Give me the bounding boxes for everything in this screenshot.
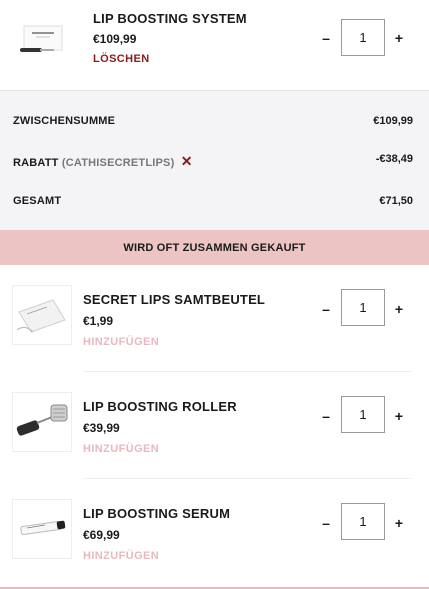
cart-item-title: LIP BOOSTING SYSTEM xyxy=(93,11,247,26)
cart-item: LIP BOOSTING SYSTEM €109,99 LÖSCHEN – 1 … xyxy=(0,0,429,90)
product-thumbnail[interactable] xyxy=(12,10,72,70)
recommendation-price: €69,99 xyxy=(83,528,120,542)
recommendation-item: LIP BOOSTING SERUM €69,99 HINZUFÜGEN – 1… xyxy=(0,479,429,586)
remove-button[interactable]: LÖSCHEN xyxy=(93,53,150,65)
quantity-input[interactable]: 1 xyxy=(341,396,385,433)
increase-quantity-button[interactable]: + xyxy=(392,408,406,424)
total-value: €71,50 xyxy=(379,195,413,207)
decrease-quantity-button[interactable]: – xyxy=(319,301,333,317)
add-to-cart-button[interactable]: HINZUFÜGEN xyxy=(83,336,159,348)
serum-tube-icon xyxy=(20,520,66,535)
remove-discount-icon[interactable]: ✕ xyxy=(181,153,193,169)
product-thumbnail[interactable] xyxy=(12,392,72,452)
quantity-input[interactable]: 1 xyxy=(341,289,385,326)
increase-quantity-button[interactable]: + xyxy=(392,515,406,531)
recommendation-item: SECRET LIPS SAMTBEUTEL €1,99 HINZUFÜGEN … xyxy=(0,265,429,372)
increase-quantity-button[interactable]: + xyxy=(392,30,406,46)
decrease-quantity-button[interactable]: – xyxy=(319,30,333,46)
product-thumbnail[interactable] xyxy=(12,499,72,559)
add-to-cart-button[interactable]: HINZUFÜGEN xyxy=(83,550,159,562)
product-box-icon xyxy=(20,25,63,52)
increase-quantity-button[interactable]: + xyxy=(392,301,406,317)
recommendation-title: LIP BOOSTING ROLLER xyxy=(83,399,237,414)
decrease-quantity-button[interactable]: – xyxy=(319,515,333,531)
recommendation-title: SECRET LIPS SAMTBEUTEL xyxy=(83,292,266,307)
discount-code: (CATHISECRETLIPS) xyxy=(61,157,175,169)
recommendation-price: €1,99 xyxy=(83,314,114,328)
quantity-input[interactable]: 1 xyxy=(341,503,385,540)
subtotal-label: ZWISCHENSUMME xyxy=(13,115,116,127)
recommendation-title: LIP BOOSTING SERUM xyxy=(83,506,231,521)
decrease-quantity-button[interactable]: – xyxy=(319,408,333,424)
recommendation-price: €39,99 xyxy=(83,421,120,435)
add-to-cart-button[interactable]: HINZUFÜGEN xyxy=(83,443,159,455)
order-summary: ZWISCHENSUMME €109,99 RABATT (CATHISECRE… xyxy=(0,90,429,230)
frequently-bought-banner: WIRD OFT ZUSAMMEN GEKAUFT xyxy=(0,230,429,265)
discount-value: -€38,49 xyxy=(375,153,413,165)
quantity-input[interactable]: 1 xyxy=(341,19,385,56)
total-label: GESAMT xyxy=(13,195,62,207)
product-thumbnail[interactable] xyxy=(12,285,72,345)
subtotal-value: €109,99 xyxy=(373,115,413,127)
derma-roller-icon xyxy=(16,404,68,436)
cart-item-price: €109,99 xyxy=(93,32,137,46)
recommendation-item: LIP BOOSTING ROLLER €39,99 HINZUFÜGEN – … xyxy=(0,372,429,479)
discount-row: RABATT (CATHISECRETLIPS) ✕ xyxy=(13,153,193,170)
discount-label: RABATT xyxy=(13,157,59,169)
velvet-pouch-icon xyxy=(16,299,66,333)
